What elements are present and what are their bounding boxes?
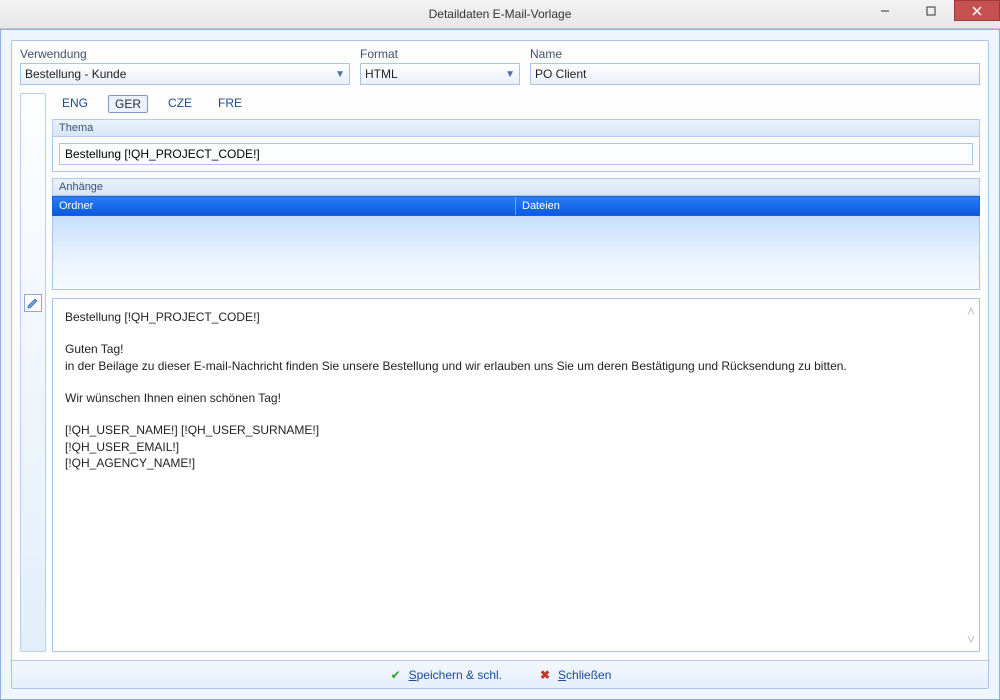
chevron-down-icon: ▼: [505, 69, 515, 80]
window-title: Detaildaten E-Mail-Vorlage: [429, 7, 572, 21]
minimize-button[interactable]: [862, 0, 908, 21]
theme-input[interactable]: [59, 143, 973, 165]
tab-ger[interactable]: GER: [108, 95, 148, 113]
check-icon: ✔: [389, 668, 403, 682]
email-body-area[interactable]: ˄ Bestellung [!QH_PROJECT_CODE!] Guten T…: [52, 298, 980, 652]
tab-cze[interactable]: CZE: [162, 95, 198, 113]
tab-fre[interactable]: FRE: [212, 95, 248, 113]
usage-value: Bestellung - Kunde: [25, 67, 126, 81]
bottom-action-bar: ✔ Speichern & schl. ✖ Schließen: [12, 660, 988, 688]
theme-box: [52, 137, 980, 172]
column-files[interactable]: Dateien: [516, 197, 979, 215]
email-body-text: Bestellung [!QH_PROJECT_CODE!] Guten Tag…: [65, 309, 967, 471]
header-fields: Verwendung Bestellung - Kunde ▼ Format H…: [12, 41, 988, 93]
format-combo[interactable]: HTML ▼: [360, 63, 520, 85]
side-strip: [20, 93, 46, 652]
name-label: Name: [530, 47, 980, 61]
name-input[interactable]: PO Client: [530, 63, 980, 85]
x-icon: ✖: [538, 668, 552, 682]
close-button[interactable]: [954, 0, 1000, 21]
tab-eng[interactable]: ENG: [56, 95, 94, 113]
column-folder[interactable]: Ordner: [53, 197, 516, 215]
format-label: Format: [360, 47, 520, 61]
attachments-section-header: Anhänge: [52, 178, 980, 196]
chevron-down-icon: ▼: [335, 69, 345, 80]
theme-section-header: Thema: [52, 119, 980, 137]
save-and-close-button[interactable]: ✔ Speichern & schl.: [389, 668, 502, 682]
usage-combo[interactable]: Bestellung - Kunde ▼: [20, 63, 350, 85]
usage-label: Verwendung: [20, 47, 350, 61]
language-tabs: ENG GER CZE FRE: [52, 93, 980, 115]
scroll-up-icon: ˄: [967, 303, 975, 319]
scroll-down-icon: ˅: [967, 631, 975, 647]
format-value: HTML: [365, 67, 398, 81]
edit-icon[interactable]: [24, 294, 42, 312]
attachments-list[interactable]: [52, 216, 980, 290]
maximize-button[interactable]: [908, 0, 954, 21]
attachments-column-headers: Ordner Dateien: [52, 196, 980, 216]
title-bar: Detaildaten E-Mail-Vorlage: [0, 0, 1000, 29]
name-value: PO Client: [535, 67, 586, 81]
cancel-close-button[interactable]: ✖ Schließen: [538, 668, 611, 682]
